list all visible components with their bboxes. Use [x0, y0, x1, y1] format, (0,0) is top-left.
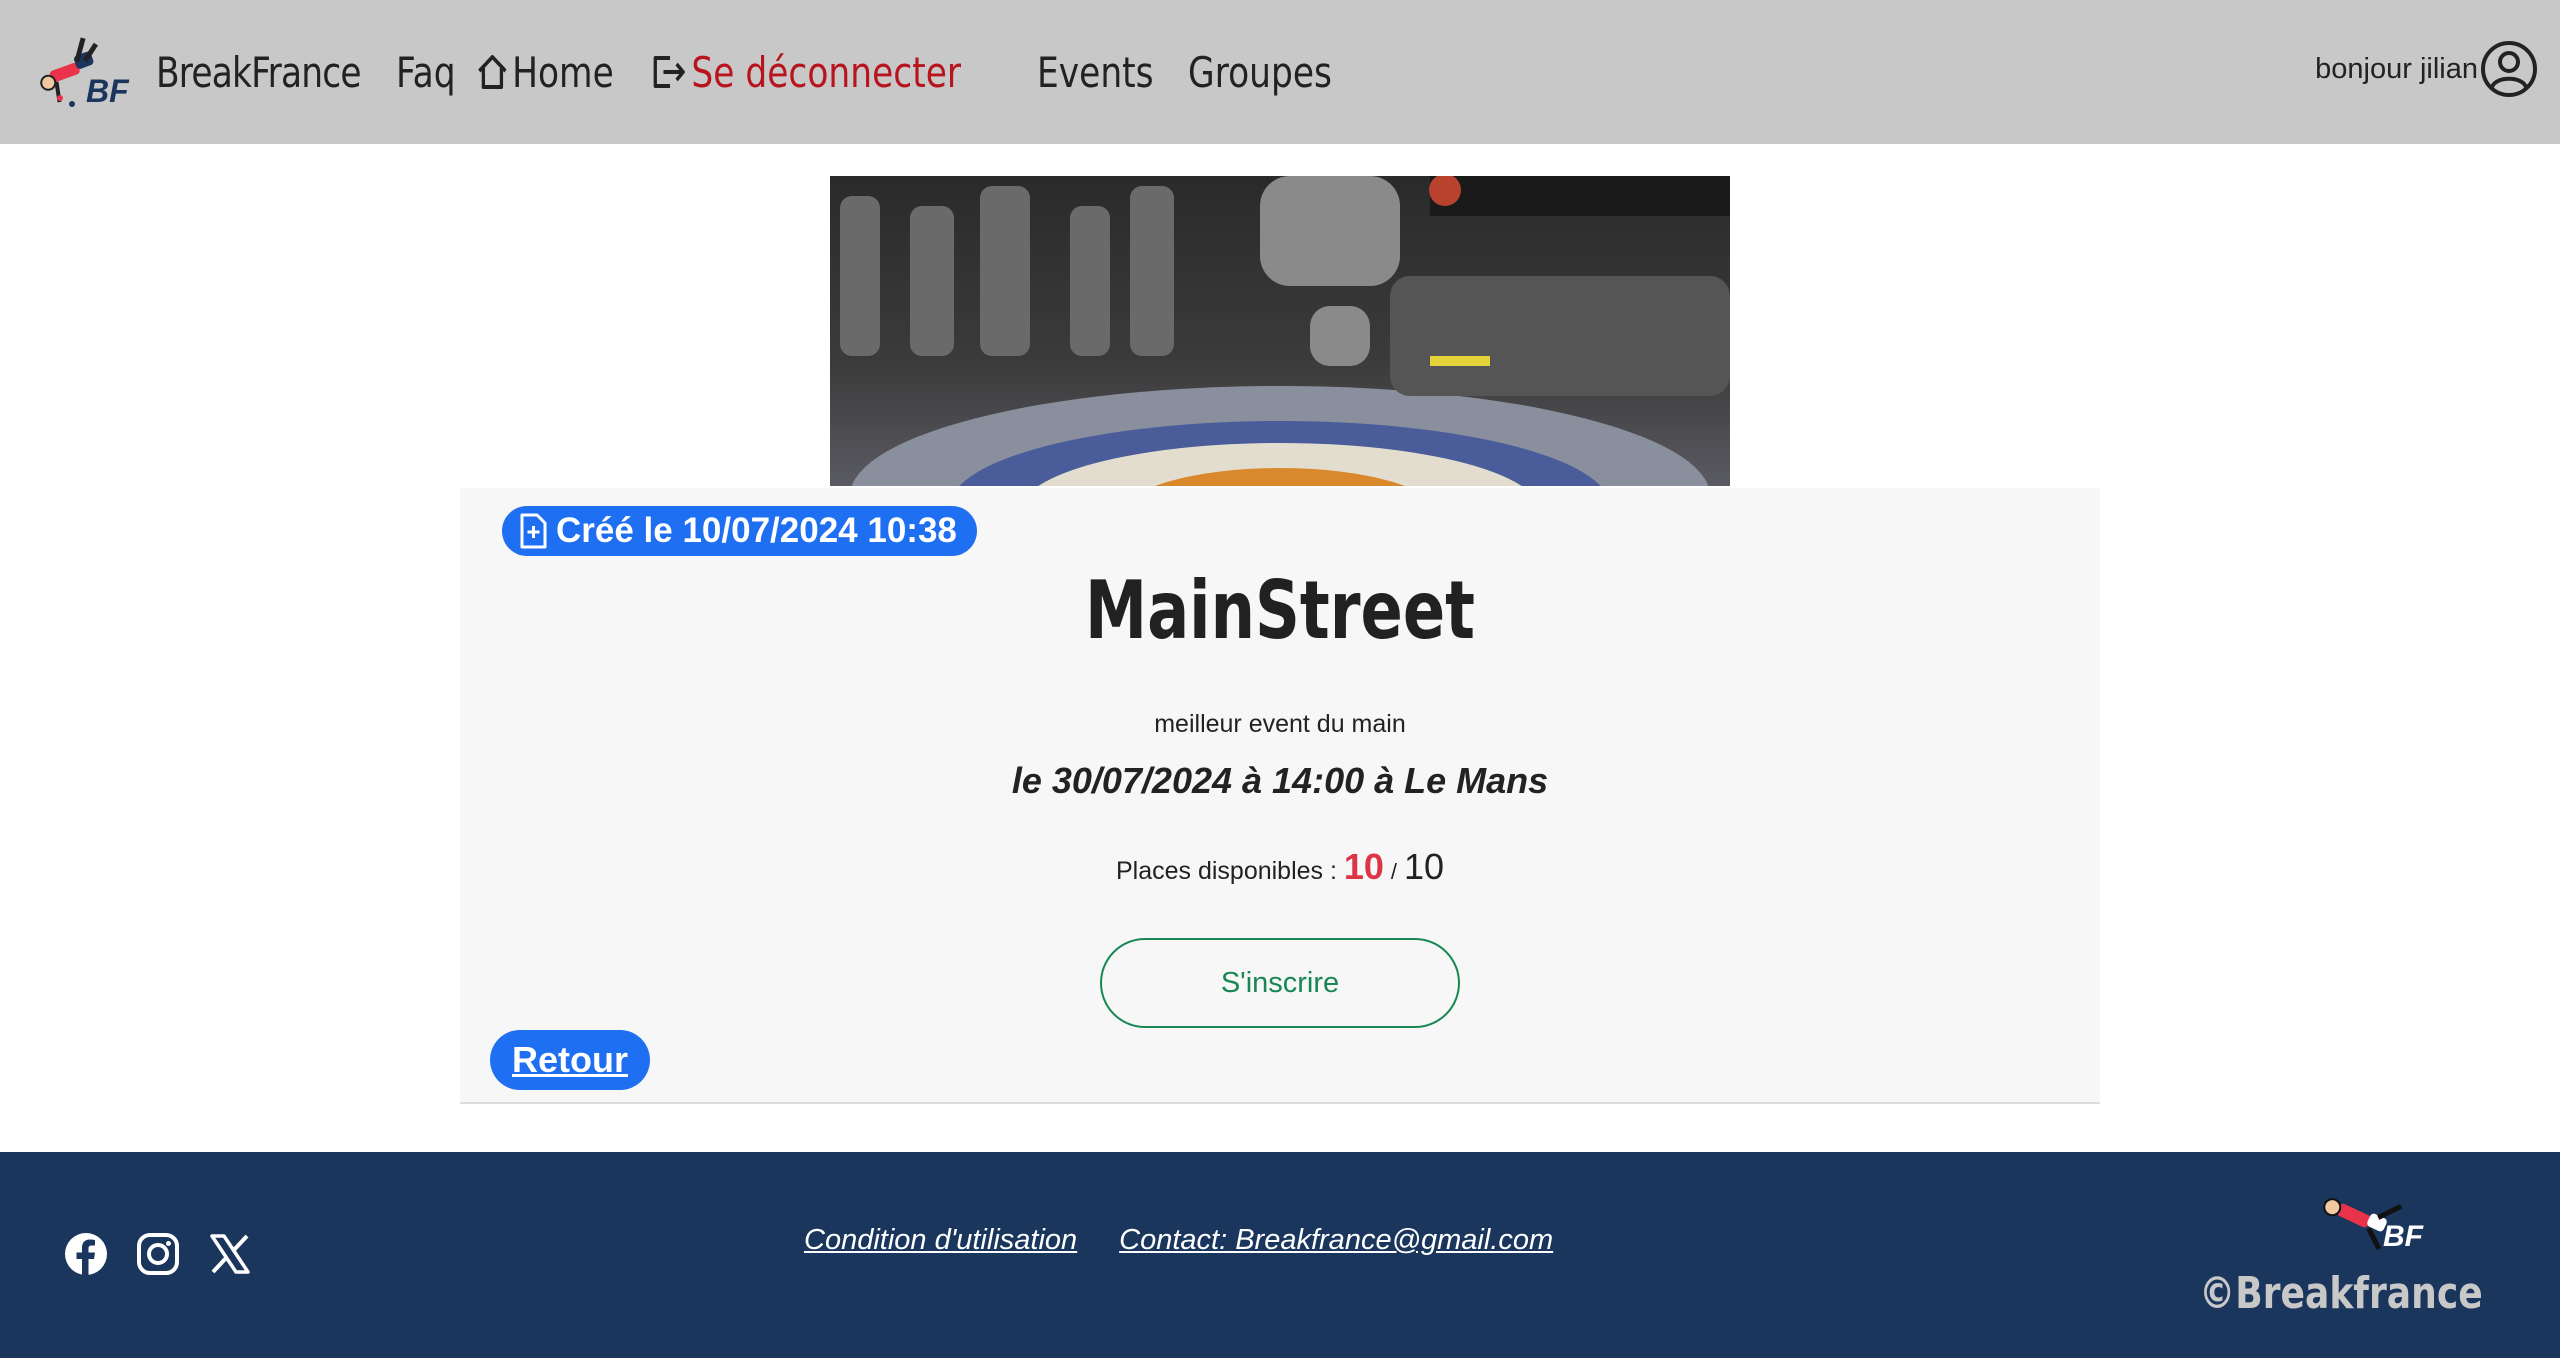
navbar: BF BreakFrance Faq Home Se déconnecter E… [0, 0, 2560, 144]
created-badge: Créé le 10/07/2024 10:38 [502, 506, 977, 556]
footer-logo: BF [2323, 1198, 2424, 1253]
user-menu[interactable]: bonjour jilian [2315, 40, 2538, 98]
nav-links: Faq Home Se déconnecter Events Groupes [396, 48, 1371, 97]
places-available: 10 [1343, 846, 1384, 887]
nav-link-groups-label: Groupes [1187, 47, 1332, 97]
event-description: meilleur event du main [1154, 710, 1406, 738]
file-plus-icon [520, 513, 547, 549]
event-date-location: le 30/07/2024 à 14:00 à Le Mans [1011, 760, 1549, 801]
signup-button[interactable]: S'inscrire [1100, 938, 1460, 1028]
home-icon [478, 55, 508, 89]
places-label: Places disponibles : [1115, 857, 1337, 885]
event-card: Créé le 10/07/2024 10:38 MainStreet meil… [460, 488, 2100, 1104]
event-image [830, 176, 1730, 486]
user-avatar-icon [2481, 41, 2537, 97]
event-title: MainStreet [1084, 564, 1476, 657]
footer: Condition d'utilisation Contact: Breakfr… [0, 1152, 2560, 1358]
places-info: Places disponibles : 10 / 10 [460, 846, 2100, 888]
back-button[interactable]: Retour [490, 1030, 650, 1090]
breakfrance-logo: BF [40, 37, 130, 109]
social-links [64, 1232, 280, 1276]
facebook-icon[interactable] [64, 1232, 108, 1276]
user-greeting: bonjour jilian [2315, 52, 2478, 85]
contact-link[interactable]: Contact: Breakfrance@gmail.com [1119, 1224, 1553, 1257]
logout-icon [654, 56, 686, 88]
created-date: Créé le 10/07/2024 10:38 [556, 511, 957, 550]
nav-link-home-label: Home [512, 47, 615, 97]
nav-link-faq[interactable]: Faq [396, 48, 456, 97]
nav-link-events[interactable]: Events [1037, 48, 1154, 97]
footer-links: Condition d'utilisation Contact: Breakfr… [804, 1224, 1595, 1257]
terms-link[interactable]: Condition d'utilisation [804, 1224, 1077, 1257]
instagram-icon[interactable] [136, 1232, 180, 1276]
places-total: 10 [1403, 846, 1445, 887]
nav-link-faq-label: Faq [395, 47, 456, 97]
nav-link-home[interactable]: Home [476, 48, 614, 97]
nav-link-events-label: Events [1037, 47, 1154, 97]
nav-link-logout[interactable]: Se déconnecter [652, 47, 962, 97]
svg-text:BF: BF [2383, 1220, 2424, 1253]
places-separator: / [1390, 859, 1398, 884]
copyright: ©Breakfrance [2199, 1268, 2483, 1319]
svg-text:BF: BF [86, 73, 130, 109]
nav-link-groups[interactable]: Groupes [1188, 48, 1332, 97]
brand-name: BreakFrance [156, 47, 362, 97]
nav-link-logout-label: Se déconnecter [691, 47, 962, 97]
footer-brand: BF ©Breakfrance [2168, 1180, 2514, 1319]
brand-link[interactable]: BF BreakFrance [32, 34, 406, 110]
x-icon[interactable] [208, 1232, 252, 1276]
